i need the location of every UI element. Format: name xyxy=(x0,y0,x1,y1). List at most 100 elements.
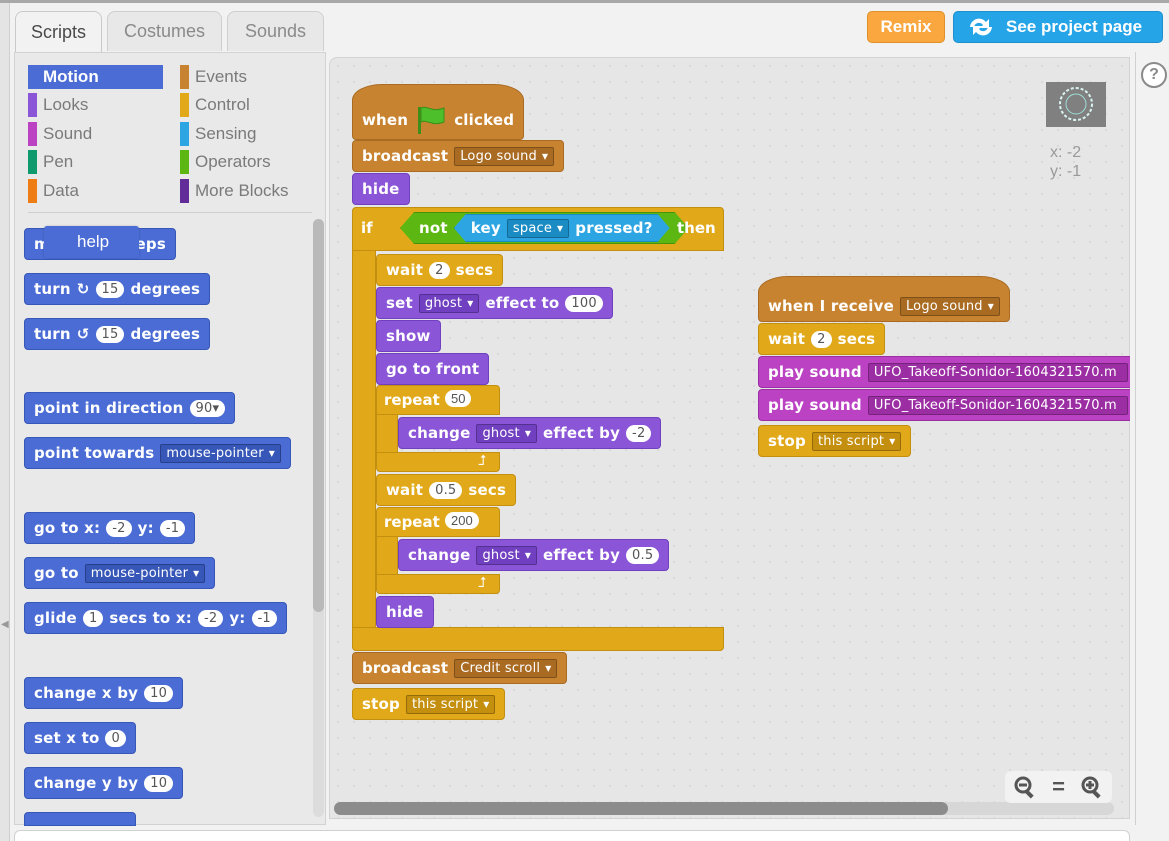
repeat-label: repeat xyxy=(384,391,440,409)
hide-block[interactable]: hide xyxy=(352,173,410,205)
category-data[interactable]: Data xyxy=(28,179,79,203)
broadcast-dropdown[interactable]: Credit scroll xyxy=(454,658,558,678)
collapse-arrow-icon[interactable]: ◀ xyxy=(1,619,9,630)
receive-dropdown[interactable]: Logo sound xyxy=(899,296,1000,316)
category-pen[interactable]: Pen xyxy=(28,150,73,174)
change-effect-value[interactable]: -2 xyxy=(626,424,652,442)
point-towards-dropdown[interactable]: mouse-pointer xyxy=(160,443,282,463)
broadcast-block[interactable]: broadcast Credit scroll xyxy=(352,652,568,684)
set-x-value[interactable]: 0 xyxy=(105,729,126,747)
backpack-bar[interactable] xyxy=(14,830,1130,841)
turn-right-value[interactable]: 15 xyxy=(95,280,125,298)
category-looks[interactable]: Looks xyxy=(28,93,88,117)
scripts-horizontal-scrollbar[interactable] xyxy=(334,802,948,815)
category-sound[interactable]: Sound xyxy=(28,122,92,146)
category-more-blocks[interactable]: More Blocks xyxy=(180,179,289,203)
rotate-left-icon: ↺ xyxy=(76,325,90,343)
stop-block[interactable]: stop this script xyxy=(758,425,912,457)
set-effect-block[interactable]: set ghost effect to 100 xyxy=(376,287,613,319)
change-y-value[interactable]: 10 xyxy=(144,774,174,792)
category-label: Sound xyxy=(43,124,93,143)
stop-dropdown[interactable]: this script xyxy=(811,431,902,451)
effect-value[interactable]: 100 xyxy=(565,294,603,312)
tab-costumes[interactable]: Costumes xyxy=(107,11,222,51)
go-to-dropdown[interactable]: mouse-pointer xyxy=(84,563,206,583)
effect-dropdown[interactable]: ghost xyxy=(476,423,538,443)
turn-right-block[interactable]: turn ↻ 15 degrees xyxy=(24,273,211,305)
wait-block[interactable]: wait 2 secs xyxy=(758,323,886,355)
turn-left-block[interactable]: turn ↺ 15 degrees xyxy=(24,318,211,350)
change-y-block[interactable]: change y by 10 xyxy=(24,767,184,799)
play-sound-block[interactable]: play sound UFO_Takeoff-Sonidor-160432157… xyxy=(758,356,1130,388)
change-x-value[interactable]: 10 xyxy=(144,684,174,702)
sound-dropdown[interactable]: UFO_Takeoff-Sonidor-1604321570.m xyxy=(867,362,1128,382)
key-pressed-block[interactable]: key space pressed? xyxy=(454,214,670,242)
stop-block[interactable]: stop this script xyxy=(352,688,506,720)
category-operators[interactable]: Operators xyxy=(180,150,271,174)
if-block-arm[interactable] xyxy=(352,250,376,630)
glide-block[interactable]: glide 1 secs to x: -2 y: -1 xyxy=(24,602,287,634)
glide-secs-value[interactable]: 1 xyxy=(82,609,104,627)
change-x-block[interactable]: change x by 10 xyxy=(24,677,184,709)
partial-block[interactable] xyxy=(24,812,136,826)
zoom-out-icon[interactable] xyxy=(1013,775,1037,799)
play-sound-block[interactable]: play sound UFO_Takeoff-Sonidor-160432157… xyxy=(758,389,1130,421)
stop-dropdown[interactable]: this script xyxy=(405,694,496,714)
zoom-in-icon[interactable] xyxy=(1080,775,1104,799)
tab-sounds[interactable]: Sounds xyxy=(227,11,324,51)
repeat-block-arm[interactable] xyxy=(376,536,398,576)
block-text: turn xyxy=(34,280,71,298)
x-value[interactable]: -2 xyxy=(106,519,132,537)
repeat-block-arm[interactable] xyxy=(376,414,398,454)
category-events[interactable]: Events xyxy=(180,65,247,89)
help-icon[interactable]: ? xyxy=(1141,62,1167,88)
repeat-value[interactable]: 50 xyxy=(445,390,472,407)
hide-block[interactable]: hide xyxy=(376,596,434,628)
repeat-value[interactable]: 200 xyxy=(445,512,479,529)
category-control[interactable]: Control xyxy=(180,93,250,117)
wait-value[interactable]: 2 xyxy=(811,330,832,348)
broadcast-block[interactable]: broadcast Logo sound xyxy=(352,140,565,172)
turn-left-value[interactable]: 15 xyxy=(95,325,125,343)
broadcast-dropdown[interactable]: Logo sound xyxy=(454,146,555,166)
glide-y-value[interactable]: -1 xyxy=(251,609,277,627)
category-label: Pen xyxy=(43,152,74,171)
effect-dropdown[interactable]: ghost xyxy=(418,293,480,313)
point-in-direction-block[interactable]: point in direction 90▾ xyxy=(24,392,236,424)
set-x-block[interactable]: set x to 0 xyxy=(24,722,136,754)
point-towards-block[interactable]: point towards mouse-pointer xyxy=(24,437,292,469)
wait-value[interactable]: 0.5 xyxy=(429,481,463,499)
category-label: Control xyxy=(195,95,250,114)
when-i-receive-block[interactable]: when I receive Logo sound xyxy=(758,276,1010,322)
left-collapse-strip[interactable]: ◀ xyxy=(0,3,10,841)
go-to-block[interactable]: go to mouse-pointer xyxy=(24,557,216,589)
key-dropdown[interactable]: space xyxy=(507,219,569,238)
tab-scripts[interactable]: Scripts xyxy=(15,11,102,53)
wait-block[interactable]: wait 2 secs xyxy=(376,254,504,286)
category-motion[interactable]: Motion xyxy=(28,65,163,89)
sound-dropdown[interactable]: UFO_Takeoff-Sonidor-1604321570.m xyxy=(867,395,1128,415)
change-effect-block[interactable]: change ghost effect by 0.5 xyxy=(398,539,670,571)
go-to-front-block[interactable]: go to front xyxy=(376,353,490,385)
not-operator-block[interactable]: not key space pressed? xyxy=(400,212,689,244)
effect-dropdown[interactable]: ghost xyxy=(476,545,538,565)
category-sensing[interactable]: Sensing xyxy=(180,122,256,146)
glide-x-value[interactable]: -2 xyxy=(197,609,224,627)
palette-scrollbar[interactable] xyxy=(313,219,324,612)
block-text: when I receive xyxy=(768,297,894,315)
wait-value[interactable]: 2 xyxy=(429,261,450,279)
wait-block[interactable]: wait 0.5 secs xyxy=(376,474,517,506)
change-effect-block[interactable]: change ghost effect by -2 xyxy=(398,417,662,449)
change-effect-value[interactable]: 0.5 xyxy=(626,546,660,564)
y-value[interactable]: -1 xyxy=(159,519,186,537)
when-flag-clicked-block[interactable]: when clicked xyxy=(352,84,525,140)
see-project-page-button[interactable]: See project page xyxy=(953,11,1163,43)
block-text: set x to xyxy=(34,729,100,747)
zoom-reset-button[interactable]: = xyxy=(1052,774,1065,800)
direction-value[interactable]: 90▾ xyxy=(189,399,226,417)
show-block[interactable]: show xyxy=(376,320,441,352)
block-text: pressed? xyxy=(575,219,653,237)
remix-button[interactable]: Remix xyxy=(867,11,945,43)
if-block-bottom[interactable] xyxy=(352,627,724,651)
go-to-xy-block[interactable]: go to x: -2 y: -1 xyxy=(24,512,196,544)
